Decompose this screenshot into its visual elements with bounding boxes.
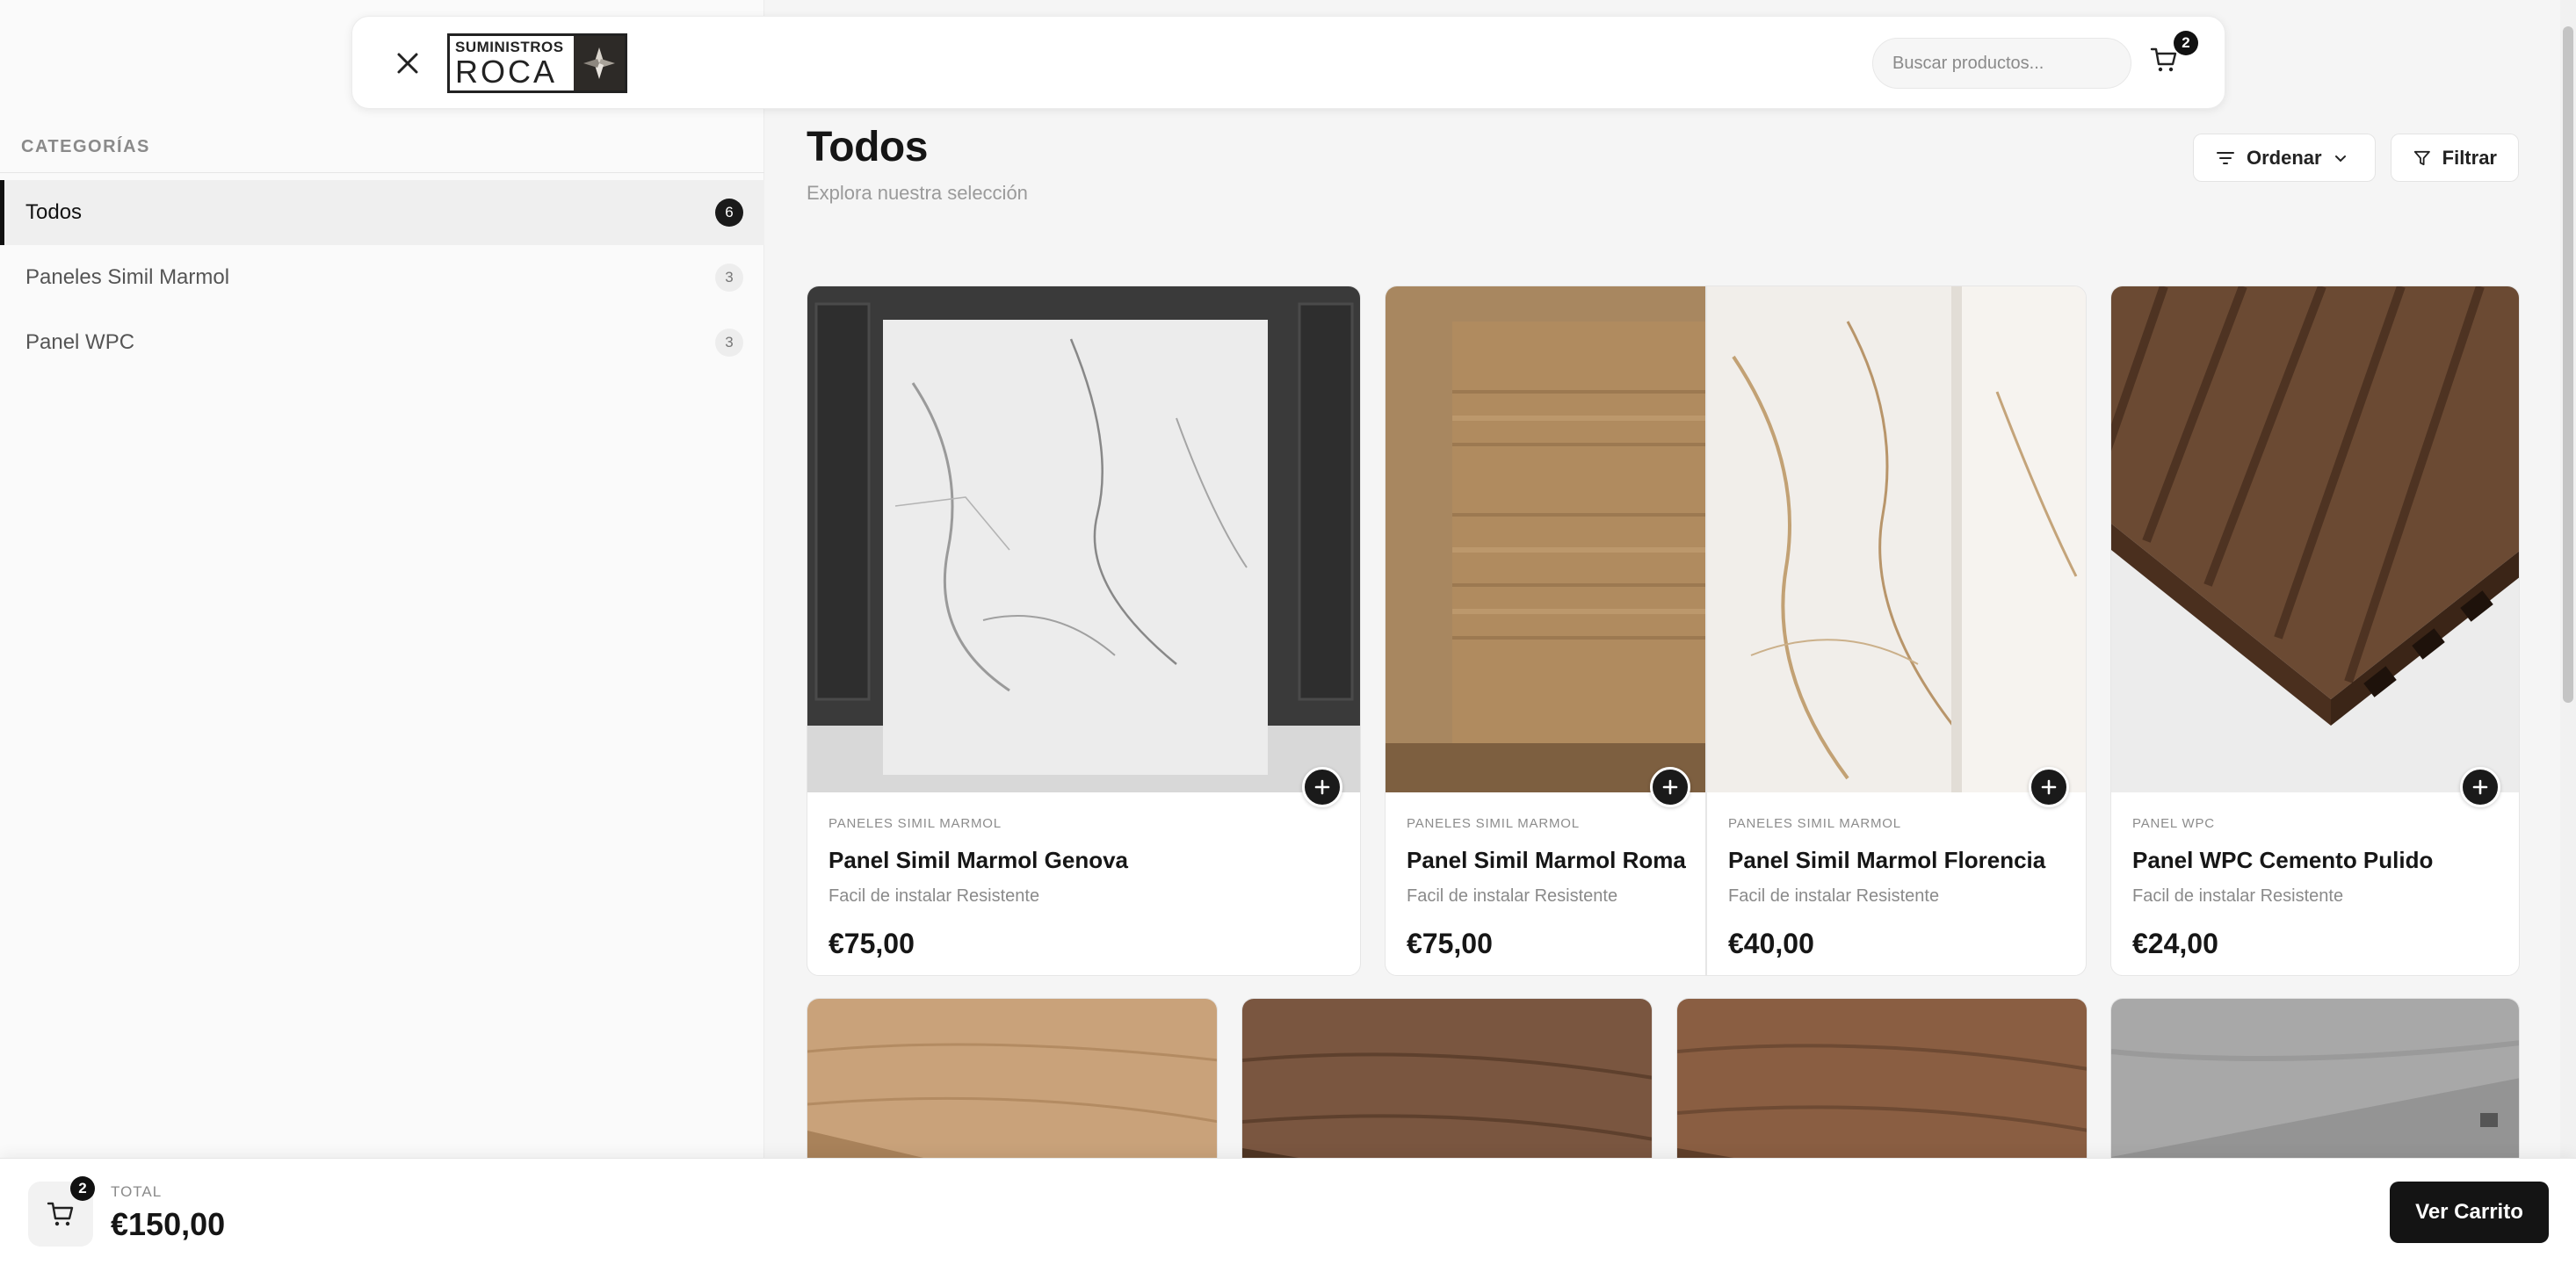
add-to-cart-button[interactable]: [1650, 767, 1690, 807]
cart-count-badge: 2: [2174, 31, 2198, 55]
product-category: PANELES SIMIL MARMOL: [1407, 816, 1580, 831]
divider: [0, 172, 764, 173]
filter-label: Filtrar: [2442, 146, 2497, 169]
view-cart-button[interactable]: Ver Carrito: [2390, 1182, 2549, 1243]
bottom-cart-bar: 2 TOTAL €150,00 Ver Carrito: [0, 1158, 2576, 1265]
add-to-cart-button[interactable]: [1302, 767, 1342, 807]
product-card[interactable]: PANELES SIMIL MARMOL Panel Simil Marmol …: [1706, 286, 2087, 976]
category-sidebar: CATEGORÍAS Todos 6 Paneles Simil Marmol …: [0, 0, 764, 1265]
filter-icon: [2413, 150, 2430, 165]
product-price: €75,00: [829, 928, 915, 959]
product-card[interactable]: PANELES SIMIL MARMOL Panel Simil Marmol …: [807, 286, 1361, 976]
categories-heading: CATEGORÍAS: [21, 137, 150, 156]
product-name: Panel Simil Marmol Roma: [1407, 847, 1686, 873]
product-image-genova: [807, 286, 1360, 792]
category-label: Panel WPC: [25, 330, 135, 354]
shopping-cart-icon: [2150, 47, 2177, 72]
category-item-panel-wpc[interactable]: Panel WPC 3: [0, 310, 764, 375]
product-name: Panel Simil Marmol Florencia: [1728, 847, 2046, 873]
product-image-wpc-cemento: [2111, 286, 2519, 792]
product-image-roma: [1386, 286, 1705, 792]
add-to-cart-button[interactable]: [2029, 767, 2069, 807]
category-count-badge: 3: [715, 329, 743, 357]
cart-count-badge: 2: [70, 1176, 95, 1201]
product-description: Facil de instalar Resistente: [2132, 886, 2344, 906]
page-subtitle: Explora nuestra selección: [807, 182, 1028, 204]
plus-icon: [1314, 779, 1330, 795]
logo-text-bottom: ROCA: [455, 54, 558, 90]
header-cart-button[interactable]: 2: [2149, 31, 2198, 85]
product-grid: PANELES SIMIL MARMOL Panel Simil Marmol …: [807, 286, 2520, 976]
category-item-todos[interactable]: Todos 6: [0, 180, 764, 245]
scrollbar[interactable]: [2560, 0, 2576, 1158]
product-image-florencia: [1707, 286, 2086, 792]
product-category: PANELES SIMIL MARMOL: [1728, 816, 1901, 831]
category-count-badge: 6: [715, 199, 743, 227]
bottom-cart-button[interactable]: 2: [28, 1176, 95, 1247]
category-count-badge: 3: [715, 264, 743, 292]
product-card[interactable]: PANELES SIMIL MARMOL Panel Simil Marmol …: [1385, 286, 1706, 976]
product-description: Facil de instalar Resistente: [829, 886, 1040, 906]
category-list: Todos 6 Paneles Simil Marmol 3 Panel WPC…: [0, 180, 764, 375]
plus-icon: [1662, 779, 1678, 795]
plus-icon: [2041, 779, 2057, 795]
category-item-paneles-simil-marmol[interactable]: Paneles Simil Marmol 3: [0, 245, 764, 310]
category-label: Todos: [25, 200, 83, 224]
shopping-cart-icon: [47, 1202, 74, 1226]
product-name: Panel Simil Marmol Genova: [829, 847, 1128, 873]
product-card[interactable]: PANEL WPC Panel WPC Cemento Pulido Facil…: [2110, 286, 2520, 976]
product-price: €40,00: [1728, 928, 1814, 959]
scrollbar-thumb[interactable]: [2563, 26, 2573, 703]
filter-button[interactable]: Filtrar: [2391, 134, 2519, 182]
chevron-down-icon: [2334, 155, 2346, 162]
total-value: €150,00: [111, 1206, 226, 1242]
search-box: [1872, 38, 2131, 89]
product-price: €24,00: [2132, 928, 2218, 959]
total-label: TOTAL: [111, 1183, 163, 1200]
close-icon: [397, 53, 418, 74]
logo-text-top: SUMINISTROS: [455, 39, 564, 55]
plus-icon: [2472, 779, 2488, 795]
sort-button[interactable]: Ordenar: [2193, 134, 2376, 182]
sort-icon: [2217, 151, 2234, 164]
product-category: PANELES SIMIL MARMOL: [829, 816, 1002, 831]
product-name: Panel WPC Cemento Pulido: [2132, 847, 2434, 873]
logo-mark-icon: [574, 36, 625, 90]
product-description: Facil de instalar Resistente: [1407, 886, 1618, 906]
product-category: PANEL WPC: [2132, 816, 2215, 831]
close-button[interactable]: [387, 43, 428, 83]
brand-logo[interactable]: SUMINISTROS ROCA: [447, 33, 627, 93]
add-to-cart-button[interactable]: [2460, 767, 2500, 807]
category-label: Paneles Simil Marmol: [25, 265, 230, 289]
product-price: €75,00: [1407, 928, 1493, 959]
search-input[interactable]: [1892, 53, 2125, 74]
top-header: SUMINISTROS ROCA 2: [351, 16, 2225, 109]
sort-label: Ordenar: [2247, 146, 2322, 169]
product-description: Facil de instalar Resistente: [1728, 886, 1940, 906]
